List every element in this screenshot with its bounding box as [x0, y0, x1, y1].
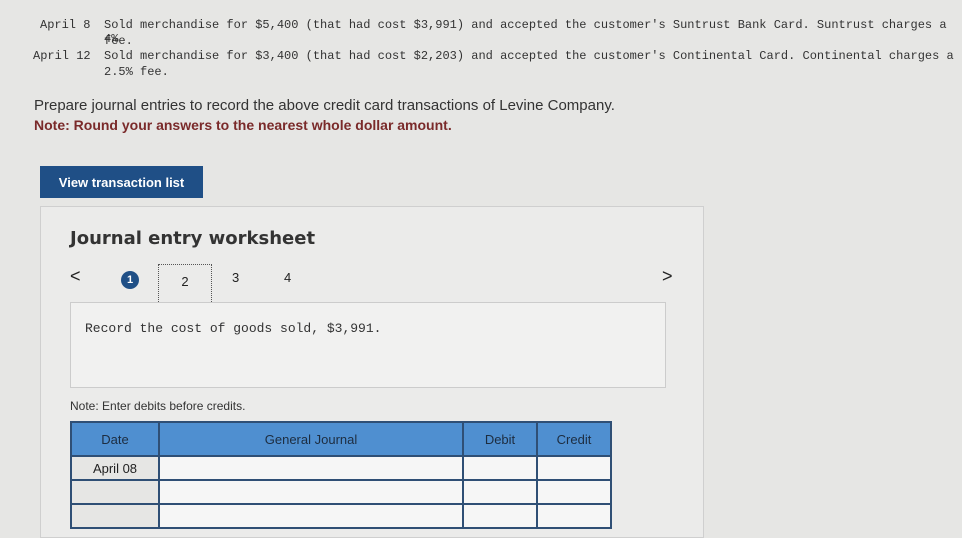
journal-table: Date General Journal Debit Credit April … — [70, 421, 612, 529]
date-april-12: April 12 — [33, 49, 91, 63]
transaction-text: Sold merchandise for $3,400 (that had co… — [104, 49, 954, 63]
header-date: Date — [70, 421, 160, 457]
view-transaction-list-button[interactable]: View transaction list — [40, 166, 203, 198]
debits-note: Note: Enter debits before credits. — [70, 399, 246, 413]
date-cell — [70, 503, 160, 529]
tab-4[interactable]: 4 — [284, 270, 291, 285]
date-cell — [70, 479, 160, 505]
instruction-box: Record the cost of goods sold, $3,991. — [70, 302, 666, 388]
tab-3[interactable]: 3 — [232, 270, 239, 285]
debit-input[interactable] — [462, 479, 538, 505]
account-input[interactable] — [158, 503, 464, 529]
table-row — [70, 503, 612, 529]
instruction: Prepare journal entries to record the ab… — [34, 97, 615, 114]
table-row — [70, 479, 612, 505]
debit-input[interactable] — [462, 503, 538, 529]
table-row: April 08 — [70, 455, 612, 481]
worksheet-title: Journal entry worksheet — [70, 228, 316, 249]
instruction-text: Record the cost of goods sold, $3,991. — [85, 321, 382, 336]
date-april-8: April 8 — [40, 18, 91, 32]
date-cell: April 08 — [70, 455, 160, 481]
header-general-journal: General Journal — [158, 421, 464, 457]
header-credit: Credit — [536, 421, 612, 457]
credit-input[interactable] — [536, 479, 612, 505]
rounding-note: Note: Round your answers to the nearest … — [34, 117, 452, 133]
tab-2[interactable]: 2 — [158, 264, 212, 306]
transaction-text: Sold merchandise for $5,400 (that had co… — [104, 18, 947, 46]
credit-input[interactable] — [536, 503, 612, 529]
transaction-text-cont: 2.5% fee. — [104, 65, 169, 79]
account-input[interactable] — [158, 455, 464, 481]
header-debit: Debit — [462, 421, 538, 457]
debit-input[interactable] — [462, 455, 538, 481]
credit-input[interactable] — [536, 455, 612, 481]
next-arrow-icon[interactable]: > — [662, 266, 673, 287]
account-input[interactable] — [158, 479, 464, 505]
prev-arrow-icon[interactable]: < — [70, 266, 81, 287]
tab-1[interactable]: 1 — [121, 271, 139, 289]
transaction-text-cont: fee. — [104, 34, 133, 48]
